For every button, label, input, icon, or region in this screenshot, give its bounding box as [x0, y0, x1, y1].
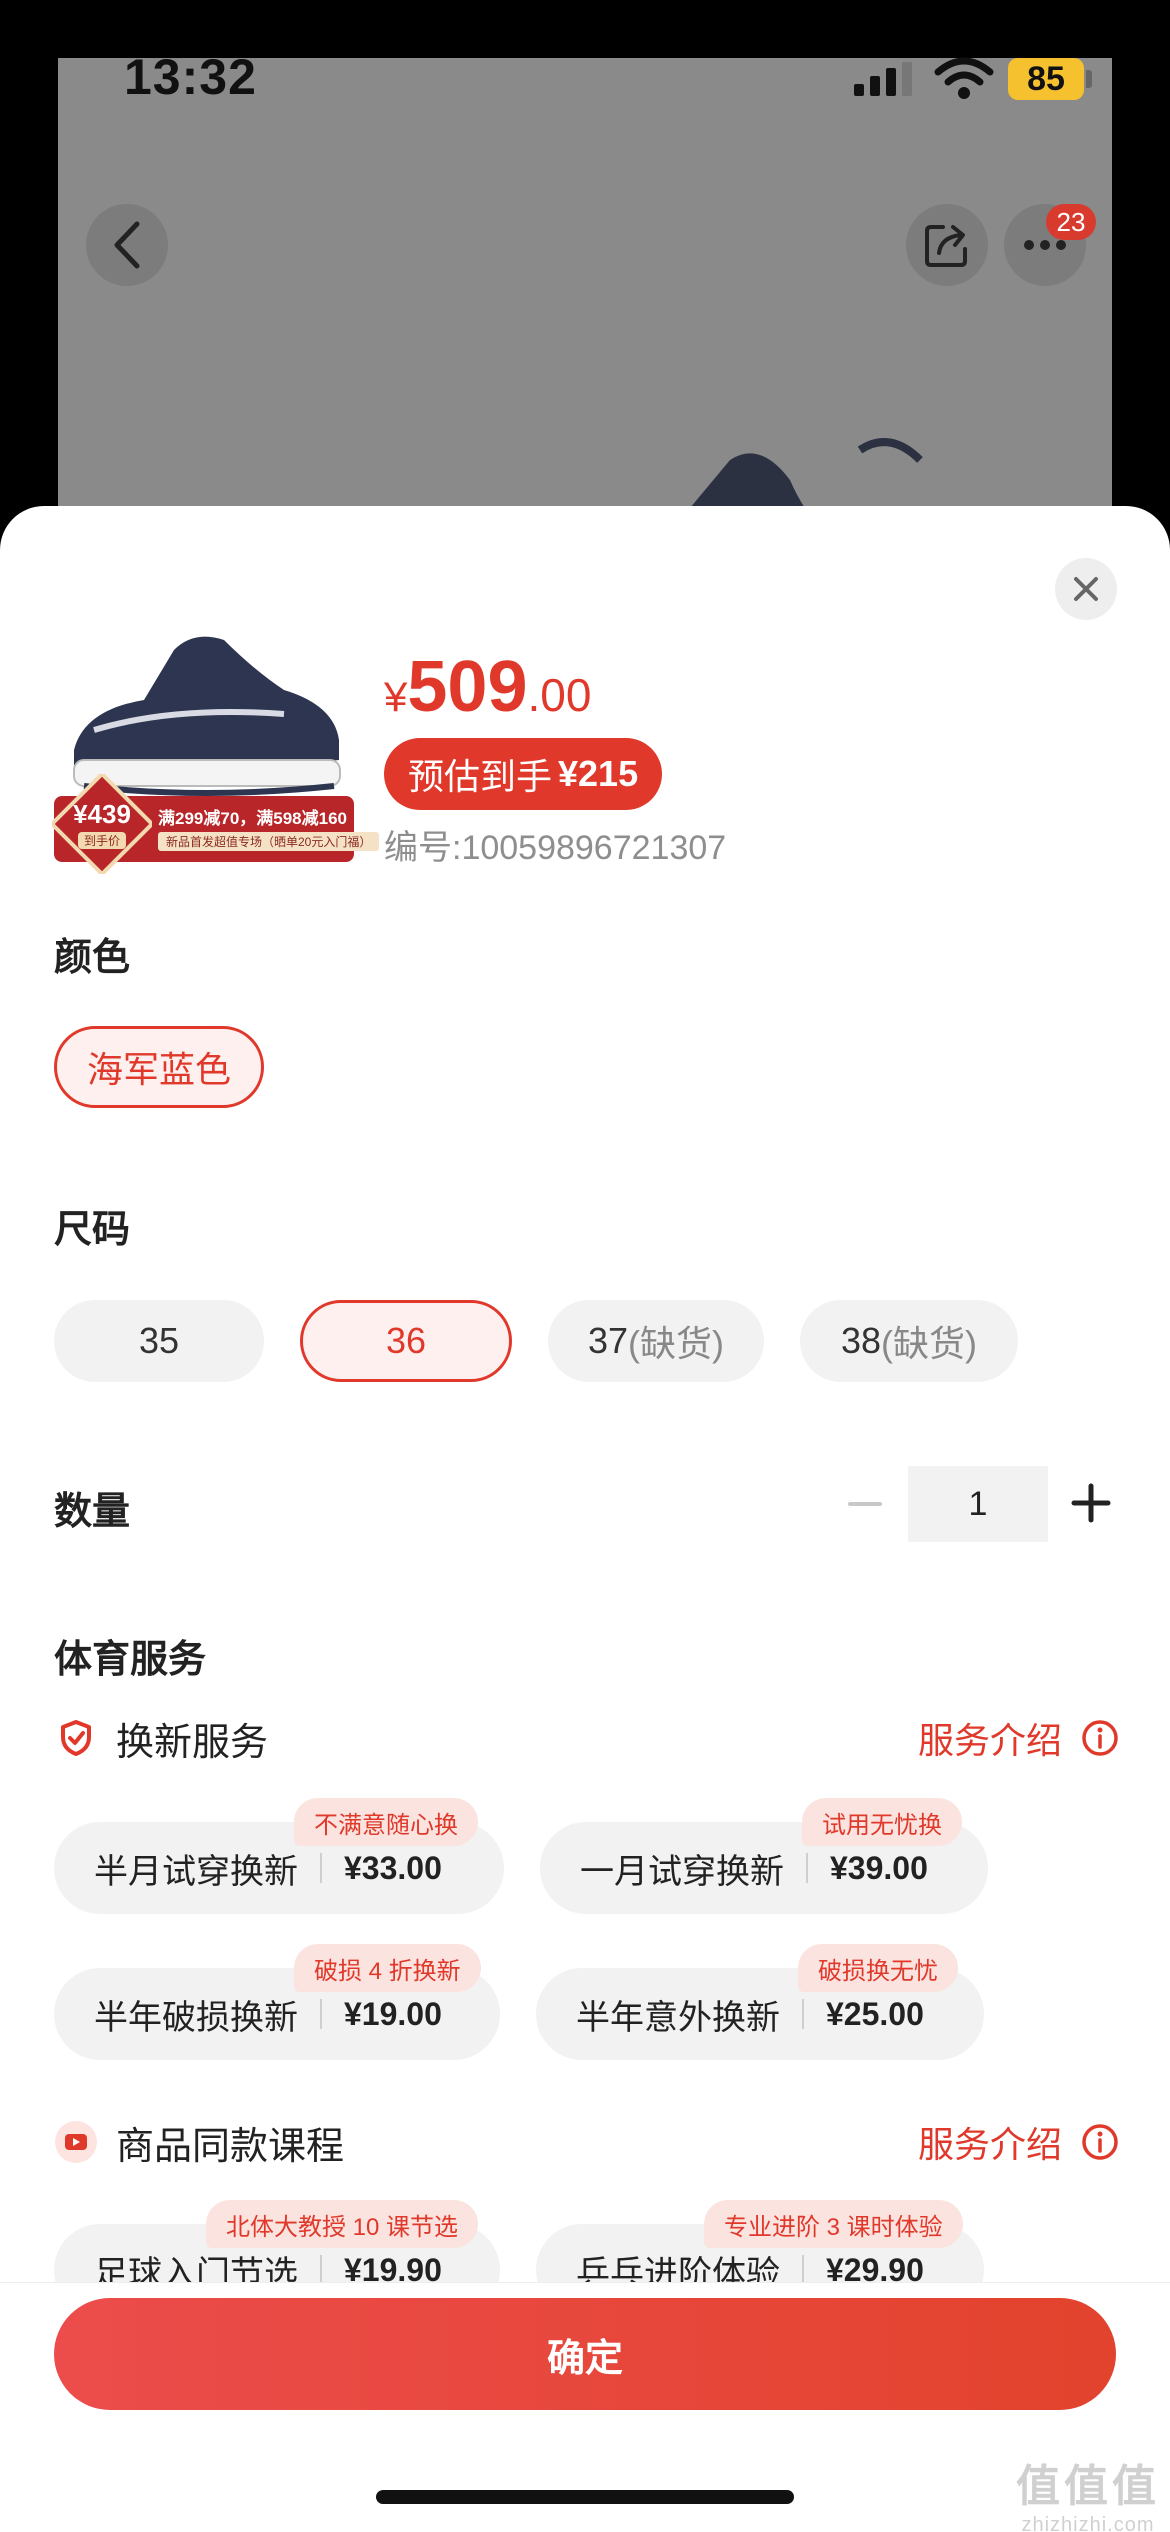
back-button[interactable]: [86, 204, 168, 286]
video-play-icon: [54, 2120, 98, 2164]
status-time: 13:32: [124, 49, 257, 105]
promo-discount-text: 满299减70，满598减160: [158, 809, 348, 828]
signal-icon: [854, 62, 912, 96]
watermark-logo: 值值值 zhizhizhi.com: [1016, 2450, 1160, 2532]
service-tag: 不满意随心换: [294, 1798, 478, 1846]
promo-price-sub: 到手价: [77, 832, 126, 849]
shield-icon: [54, 1716, 98, 1760]
estimated-price-badge: 预估到手 ¥215: [384, 738, 663, 810]
promo-sub-text: 新品首发超值专场（晒单20元入门福）: [158, 832, 380, 851]
close-button[interactable]: [1055, 558, 1117, 620]
battery-tip: [1086, 70, 1092, 88]
color-section-title: 颜色: [54, 937, 131, 979]
confirm-button[interactable]: 确定: [54, 2298, 1116, 2410]
service-price: ¥39.00: [830, 1849, 928, 1886]
info-icon: [1082, 2124, 1118, 2160]
quantity-increase-button[interactable]: [1070, 1482, 1112, 1524]
color-option-label: 海军蓝色: [86, 1049, 231, 1090]
sports-service-title: 体育服务: [54, 1639, 207, 1681]
service-price: ¥33.00: [344, 1849, 442, 1886]
promo-price: ¥439 到手价: [52, 774, 152, 874]
quantity-title: 数量: [54, 1491, 131, 1533]
message-count-badge: 23: [1046, 204, 1096, 240]
service-intro-label: 服务介绍: [918, 1720, 1063, 1761]
divider: [320, 2255, 322, 2285]
divider: [802, 1999, 804, 2029]
size-section-title: 尺码: [54, 1209, 131, 1251]
color-option-navy[interactable]: 海军蓝色: [54, 1026, 264, 1108]
service-name: 半年破损换新: [94, 1998, 298, 2037]
out-of-stock-note: (缺货): [881, 1323, 978, 1364]
price-decimal: .00: [527, 669, 592, 721]
watermark-text: 值值值: [1016, 2462, 1160, 2511]
service-intro-label: 服务介绍: [918, 2124, 1063, 2165]
service-name: 半年意外换新: [576, 1998, 780, 2037]
screen: 13:32 85 23 ¥439 到手价 满299减70，满598减160 新品…: [0, 0, 1170, 2532]
service-tag: 北体大教授 10 课节选: [206, 2200, 479, 2248]
status-bar: 13:32 85: [0, 0, 1170, 150]
service-price: ¥19.00: [344, 1995, 442, 2032]
size-label: 36: [385, 1320, 427, 1361]
service-tag: 专业进阶 3 课时体验: [704, 2200, 963, 2248]
estimate-label: 预估到手: [408, 756, 553, 797]
size-label: 38: [840, 1320, 882, 1361]
divider: [320, 1853, 322, 1883]
info-icon: [1082, 1720, 1118, 1756]
service-tag: 试用无忧换: [802, 1798, 962, 1846]
course-service-header: 商品同款课程: [54, 2114, 344, 2170]
more-dots-icon: [1024, 240, 1066, 250]
share-icon: [925, 225, 967, 267]
divider: [806, 1853, 808, 1883]
service-name: 半月试穿换新: [94, 1852, 298, 1891]
wifi-icon: [934, 57, 994, 99]
renewal-service-intro-link[interactable]: 服务介绍: [918, 1710, 1120, 1766]
service-tag: 破损换无忧: [798, 1944, 958, 1992]
share-button[interactable]: [906, 204, 988, 286]
promo-price-value: ¥439: [73, 799, 131, 829]
estimate-value: ¥215: [558, 753, 639, 794]
promo-banner: ¥439 到手价 满299减70，满598减160 新品首发超值专场（晒单20元…: [52, 774, 380, 874]
course-service-name: 商品同款课程: [116, 2125, 345, 2168]
sku-selector-sheet: ¥439 到手价 满299减70，满598减160 新品首发超值专场（晒单20元…: [0, 506, 1170, 2532]
size-option-38[interactable]: 38 (缺货): [800, 1300, 1018, 1382]
sku-number: 编号:10059896721307: [384, 829, 727, 867]
size-option-36[interactable]: 36: [300, 1300, 512, 1382]
size-label: 37: [587, 1320, 629, 1361]
renewal-service-header: 换新服务: [54, 1710, 268, 1766]
product-price: ¥509.00: [384, 646, 591, 728]
price-integer: 509: [407, 647, 528, 727]
chevron-left-icon: [114, 221, 140, 269]
size-option-35[interactable]: 35: [54, 1300, 264, 1382]
watermark-url: zhizhizhi.com: [1021, 2514, 1155, 2532]
service-price: ¥25.00: [826, 1995, 924, 2032]
service-tag: 破损 4 折换新: [294, 1944, 481, 1992]
price-currency: ¥: [384, 673, 408, 720]
size-option-37[interactable]: 37 (缺货): [548, 1300, 764, 1382]
battery-indicator: 85: [1008, 58, 1084, 100]
quantity-decrease-button[interactable]: [848, 1502, 882, 1506]
quantity-value[interactable]: 1: [908, 1466, 1048, 1542]
size-label: 35: [138, 1320, 180, 1361]
close-icon: [1074, 577, 1098, 601]
home-indicator: [376, 2490, 794, 2504]
divider: [802, 2255, 804, 2285]
service-name: 一月试穿换新: [580, 1852, 784, 1891]
out-of-stock-note: (缺货): [628, 1323, 725, 1364]
course-service-intro-link[interactable]: 服务介绍: [918, 2114, 1120, 2170]
divider: [320, 1999, 322, 2029]
renewal-service-name: 换新服务: [116, 1721, 269, 1764]
